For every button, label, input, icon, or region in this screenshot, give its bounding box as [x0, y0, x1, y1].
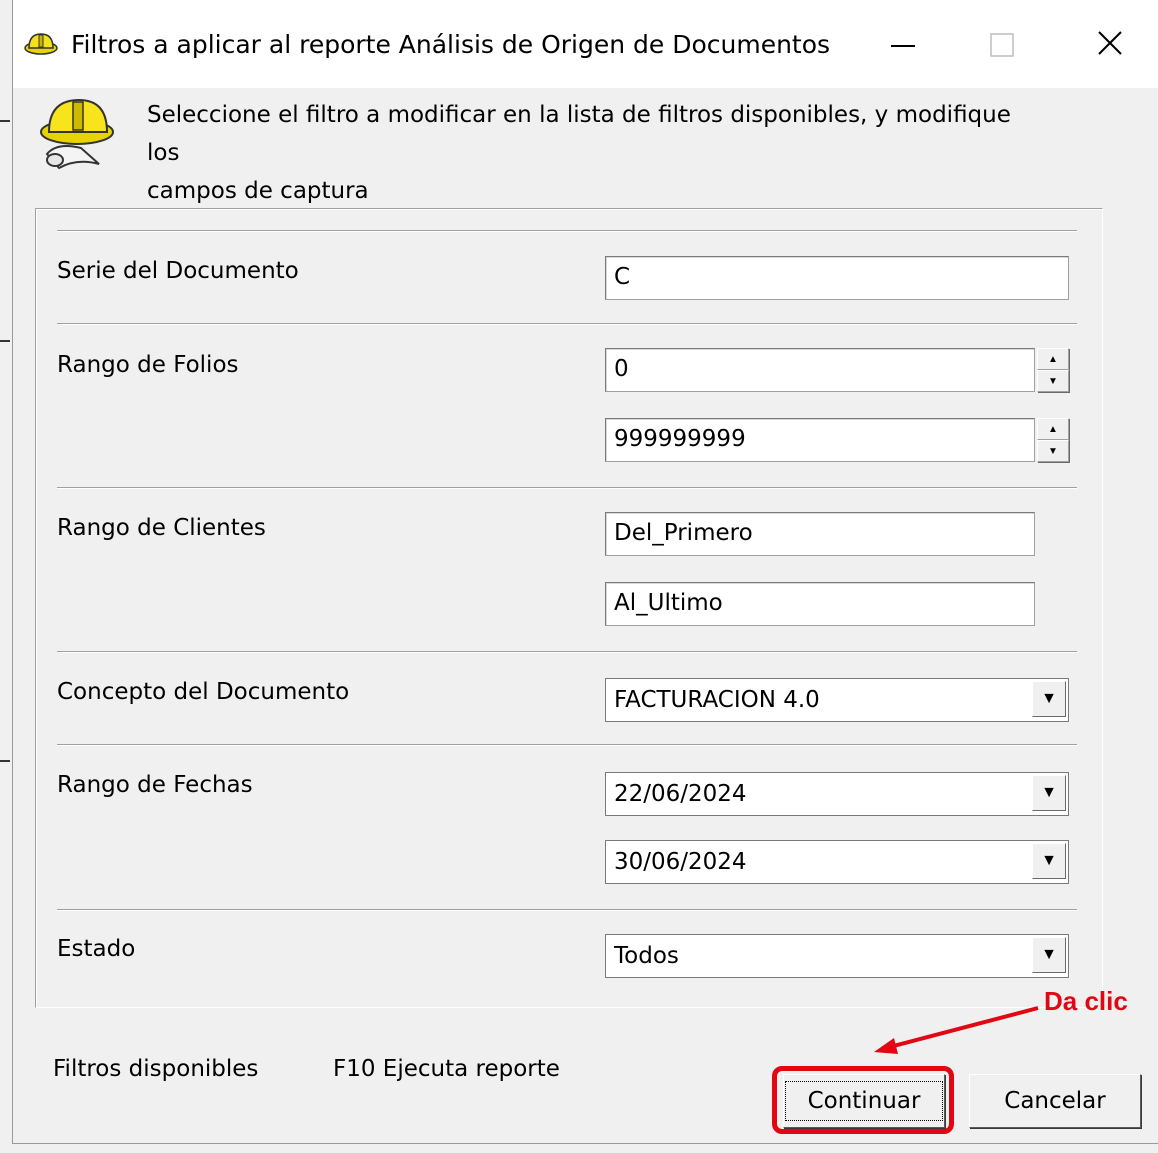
- chevron-down-icon[interactable]: ▼: [1032, 681, 1066, 717]
- folio-to-stepper[interactable]: ▲ ▼: [1037, 418, 1069, 462]
- serie-label: Serie del Documento: [57, 258, 299, 284]
- close-icon: [1098, 31, 1122, 55]
- separator: [57, 230, 1077, 232]
- separator: [57, 487, 1077, 489]
- folio-from-stepper[interactable]: ▲ ▼: [1037, 348, 1069, 392]
- fechas-label: Rango de Fechas: [57, 772, 253, 798]
- cliente-to-input[interactable]: Al_Ultimo: [605, 582, 1035, 626]
- instruction-text: Seleccione el filtro a modificar en la l…: [147, 96, 1047, 210]
- cancel-button[interactable]: Cancelar: [969, 1074, 1141, 1128]
- f10-hint: F10 Ejecuta reporte: [333, 1056, 560, 1082]
- spin-up-icon[interactable]: ▲: [1037, 348, 1069, 370]
- background-edge-mark: [0, 760, 10, 762]
- chevron-down-icon[interactable]: ▼: [1032, 937, 1066, 973]
- folios-label: Rango de Folios: [57, 352, 239, 378]
- clientes-label: Rango de Clientes: [57, 515, 266, 541]
- maximize-icon: [990, 33, 1014, 57]
- fecha-from-value: 22/06/2024: [614, 781, 747, 807]
- concepto-label: Concepto del Documento: [57, 679, 350, 705]
- spin-up-icon[interactable]: ▲: [1037, 418, 1069, 440]
- continue-highlight-box: [772, 1066, 954, 1134]
- fecha-from-select[interactable]: 22/06/2024 ▼: [605, 772, 1069, 816]
- chevron-down-icon[interactable]: ▼: [1032, 775, 1066, 811]
- estado-select-value: Todos: [614, 943, 679, 969]
- minimize-button[interactable]: [873, 20, 933, 70]
- filters-dialog: Filtros a aplicar al reporte Análisis de…: [12, 0, 1158, 1144]
- separator: [57, 909, 1077, 911]
- serie-input[interactable]: C: [605, 256, 1069, 300]
- instruction-line-1: Seleccione el filtro a modificar en la l…: [147, 102, 1011, 166]
- click-annotation: Da clic: [1044, 986, 1128, 1016]
- available-filters-link[interactable]: Filtros disponibles: [53, 1056, 258, 1082]
- hardhat-icon: [24, 33, 58, 55]
- folio-from-input[interactable]: 0: [605, 348, 1035, 392]
- estado-select[interactable]: Todos ▼: [605, 934, 1069, 978]
- separator: [57, 323, 1077, 325]
- background-edge-mark: [0, 120, 10, 122]
- maximize-button[interactable]: [973, 20, 1033, 70]
- fecha-to-value: 30/06/2024: [614, 849, 747, 875]
- spin-down-icon[interactable]: ▼: [1037, 370, 1069, 392]
- close-button[interactable]: [1079, 20, 1139, 70]
- instruction-line-2: campos de captura: [147, 178, 369, 204]
- concepto-select[interactable]: FACTURACION 4.0 ▼: [605, 678, 1069, 722]
- title-bar: Filtros a aplicar al reporte Análisis de…: [13, 0, 1158, 88]
- chevron-down-icon[interactable]: ▼: [1032, 843, 1066, 879]
- hardhat-blueprint-icon: [40, 98, 114, 170]
- separator: [57, 744, 1077, 746]
- background-edge-mark: [0, 340, 10, 342]
- folio-to-input[interactable]: 999999999: [605, 418, 1035, 462]
- fecha-to-select[interactable]: 30/06/2024 ▼: [605, 840, 1069, 884]
- minimize-icon: [891, 45, 915, 47]
- spin-down-icon[interactable]: ▼: [1037, 440, 1069, 462]
- cliente-from-input[interactable]: Del_Primero: [605, 512, 1035, 556]
- estado-label: Estado: [57, 936, 136, 962]
- concepto-select-value: FACTURACION 4.0: [614, 687, 820, 713]
- window-title: Filtros a aplicar al reporte Análisis de…: [71, 30, 831, 59]
- arrow-icon: [874, 1006, 1039, 1054]
- separator: [57, 651, 1077, 653]
